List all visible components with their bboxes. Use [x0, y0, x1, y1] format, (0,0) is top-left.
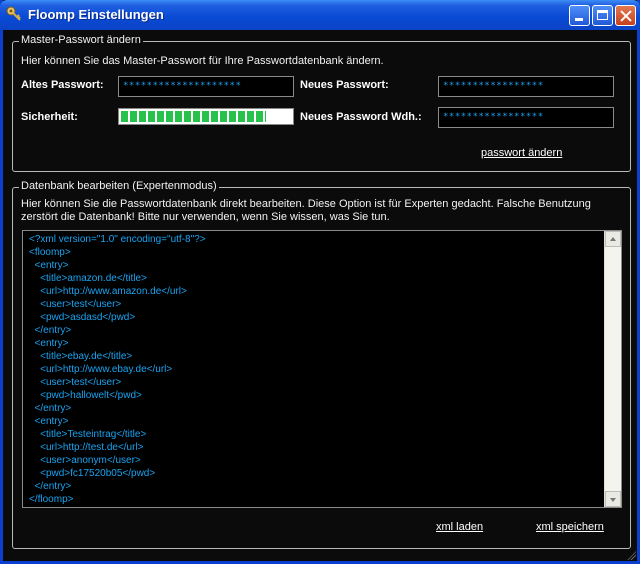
vertical-scrollbar[interactable] [604, 231, 621, 507]
new-password-label: Neues Passwort: [300, 79, 389, 91]
xml-content[interactable]: <?xml version="1.0" encoding="utf-8"?> <… [29, 233, 599, 506]
minimize-button[interactable] [569, 5, 590, 26]
database-legend: Datenbank bearbeiten (Expertenmodus) [19, 180, 219, 192]
scroll-up-button[interactable] [605, 231, 621, 247]
master-password-description: Hier können Sie das Master-Passwort für … [21, 55, 384, 67]
change-password-link[interactable]: passwort ändern [481, 147, 562, 159]
database-description: Hier können Sie die Passwortdatenbank di… [21, 198, 591, 223]
arrow-up-icon [610, 237, 616, 241]
repeat-password-label: Neues Password Wdh.: [300, 111, 422, 123]
key-icon [6, 6, 21, 21]
resize-grip-icon[interactable] [626, 550, 636, 560]
new-password-field[interactable]: ***************** [438, 76, 614, 97]
xml-editor[interactable]: <?xml version="1.0" encoding="utf-8"?> <… [22, 230, 622, 508]
master-password-legend: Master-Passwort ändern [19, 34, 143, 46]
load-xml-link[interactable]: xml laden [436, 521, 483, 533]
password-strength-bar [118, 108, 294, 125]
password-strength-fill [121, 111, 266, 122]
strength-label: Sicherheit: [21, 111, 78, 123]
old-password-label: Altes Passwort: [21, 79, 104, 91]
title-bar[interactable]: Floomp Einstellungen [0, 0, 640, 30]
maximize-icon [597, 10, 608, 20]
minimize-icon [575, 18, 583, 21]
window-title: Floomp Einstellungen [28, 7, 164, 22]
close-button[interactable] [615, 5, 636, 26]
scroll-down-button[interactable] [605, 491, 621, 507]
old-password-field[interactable]: ******************** [118, 76, 294, 97]
settings-window: Floomp Einstellungen Master-Passwort änd… [0, 0, 640, 564]
repeat-password-field[interactable]: ***************** [438, 107, 614, 128]
maximize-button[interactable] [592, 5, 613, 26]
save-xml-link[interactable]: xml speichern [536, 521, 604, 533]
arrow-down-icon [610, 498, 616, 502]
